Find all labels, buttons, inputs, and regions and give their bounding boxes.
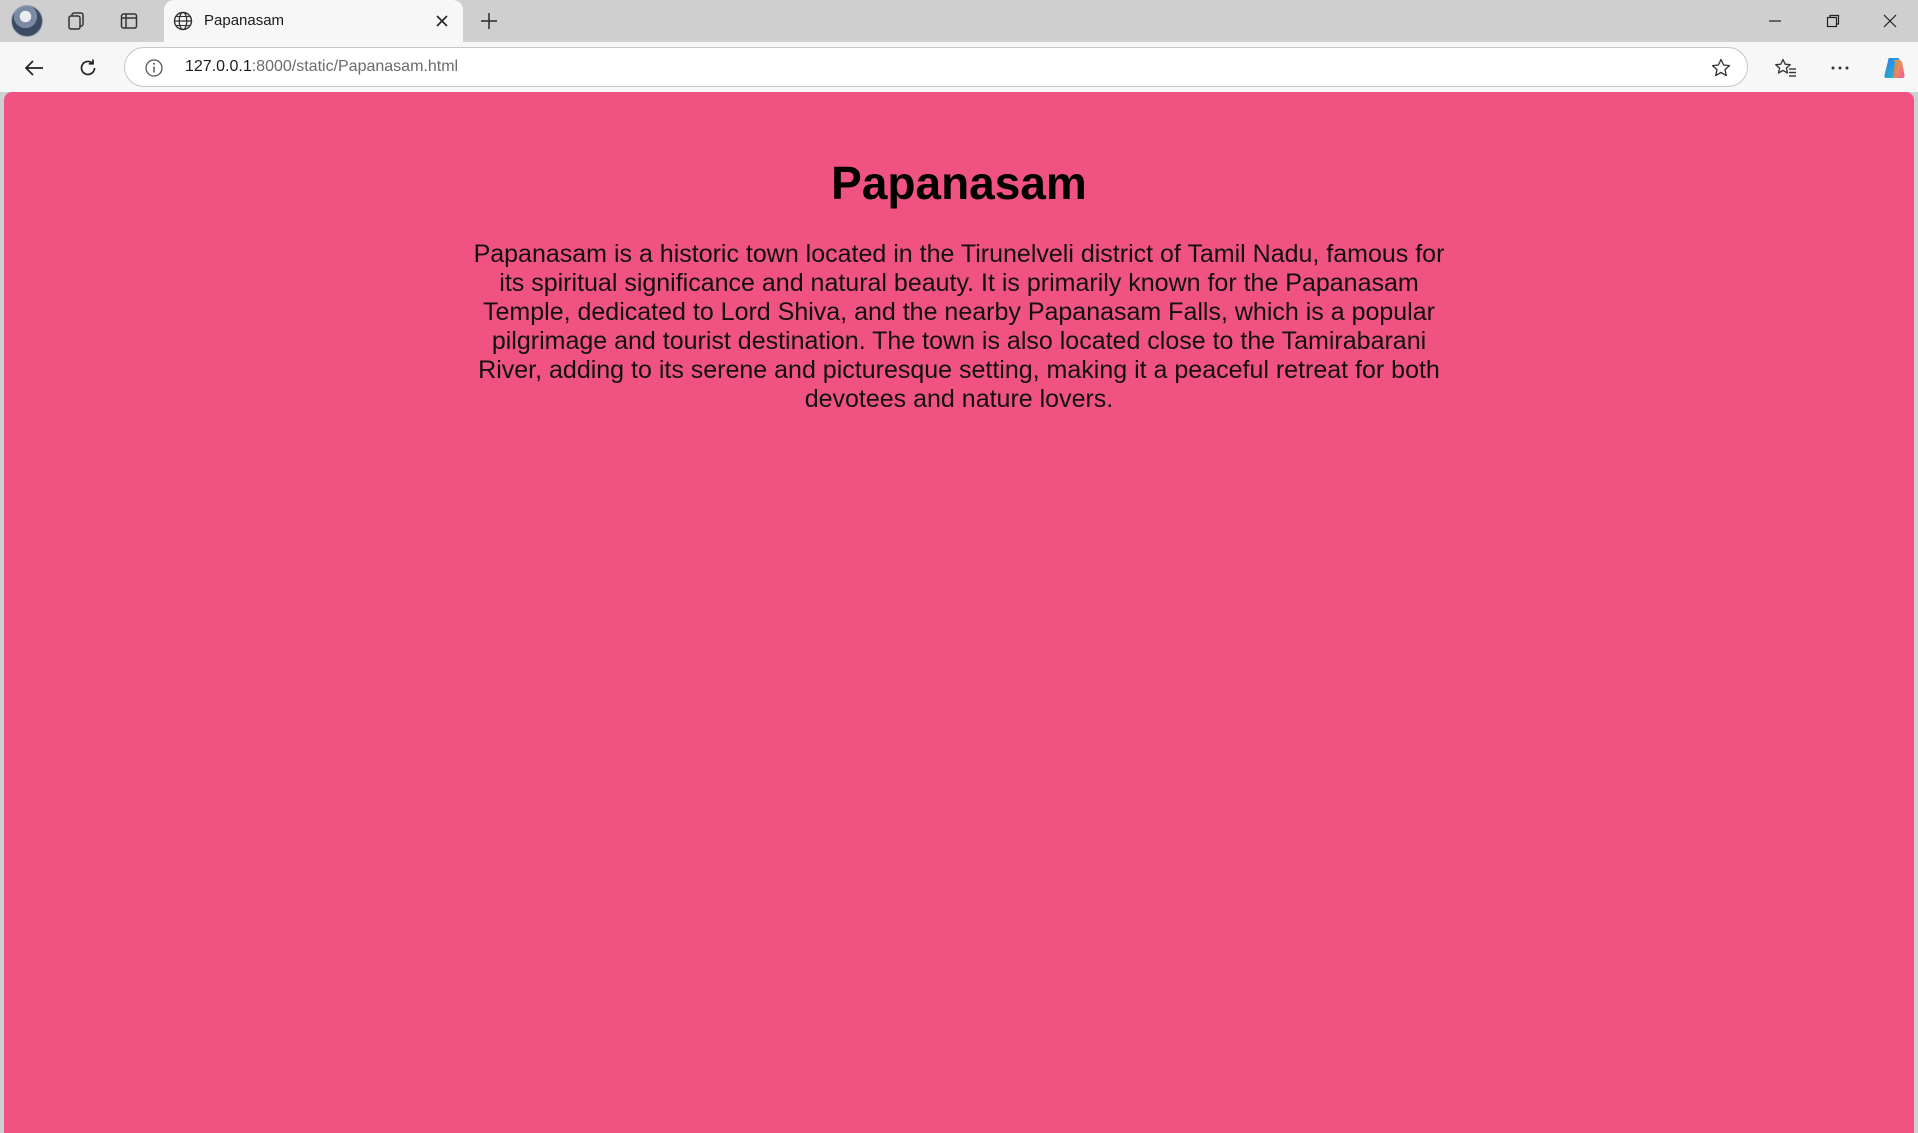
tab-actions-icon[interactable] [113, 5, 145, 37]
more-icon[interactable] [1822, 50, 1858, 86]
info-icon[interactable] [143, 57, 165, 79]
copilot-icon[interactable] [1876, 50, 1912, 86]
favorites-icon[interactable] [1768, 50, 1804, 86]
refresh-icon[interactable] [70, 50, 106, 86]
minimize-icon[interactable] [1747, 0, 1803, 42]
tab-strip: Papanasam [0, 0, 1918, 42]
page-viewport: Papanasam Papanasam is a historic town l… [4, 92, 1914, 1133]
address-bar[interactable]: 127.0.0.1:8000/static/Papanasam.html [124, 47, 1748, 87]
restore-icon[interactable] [1805, 0, 1861, 42]
workspaces-icon[interactable] [60, 5, 92, 37]
browser-window: Papanasam 127.0.0.1:8000/static/Papanasa… [0, 0, 1918, 1133]
navigation-toolbar: 127.0.0.1:8000/static/Papanasam.html [0, 42, 1918, 92]
close-icon[interactable] [431, 10, 453, 32]
profile-avatar[interactable] [11, 5, 43, 37]
page-description: Papanasam is a historic town located in … [473, 240, 1445, 413]
tab-title: Papanasam [204, 12, 285, 29]
page-title: Papanasam [831, 157, 1087, 209]
back-arrow-icon[interactable] [16, 50, 52, 86]
url-path: :8000/static/Papanasam.html [251, 58, 459, 75]
globe-icon [172, 10, 194, 32]
url-text[interactable]: 127.0.0.1:8000/static/Papanasam.html [185, 58, 458, 76]
plus-icon[interactable] [473, 5, 505, 37]
star-icon[interactable] [1709, 56, 1733, 80]
url-host: 127.0.0.1 [185, 58, 252, 75]
tab-papanasam[interactable]: Papanasam [164, 0, 463, 42]
close-window-icon[interactable] [1862, 0, 1918, 42]
